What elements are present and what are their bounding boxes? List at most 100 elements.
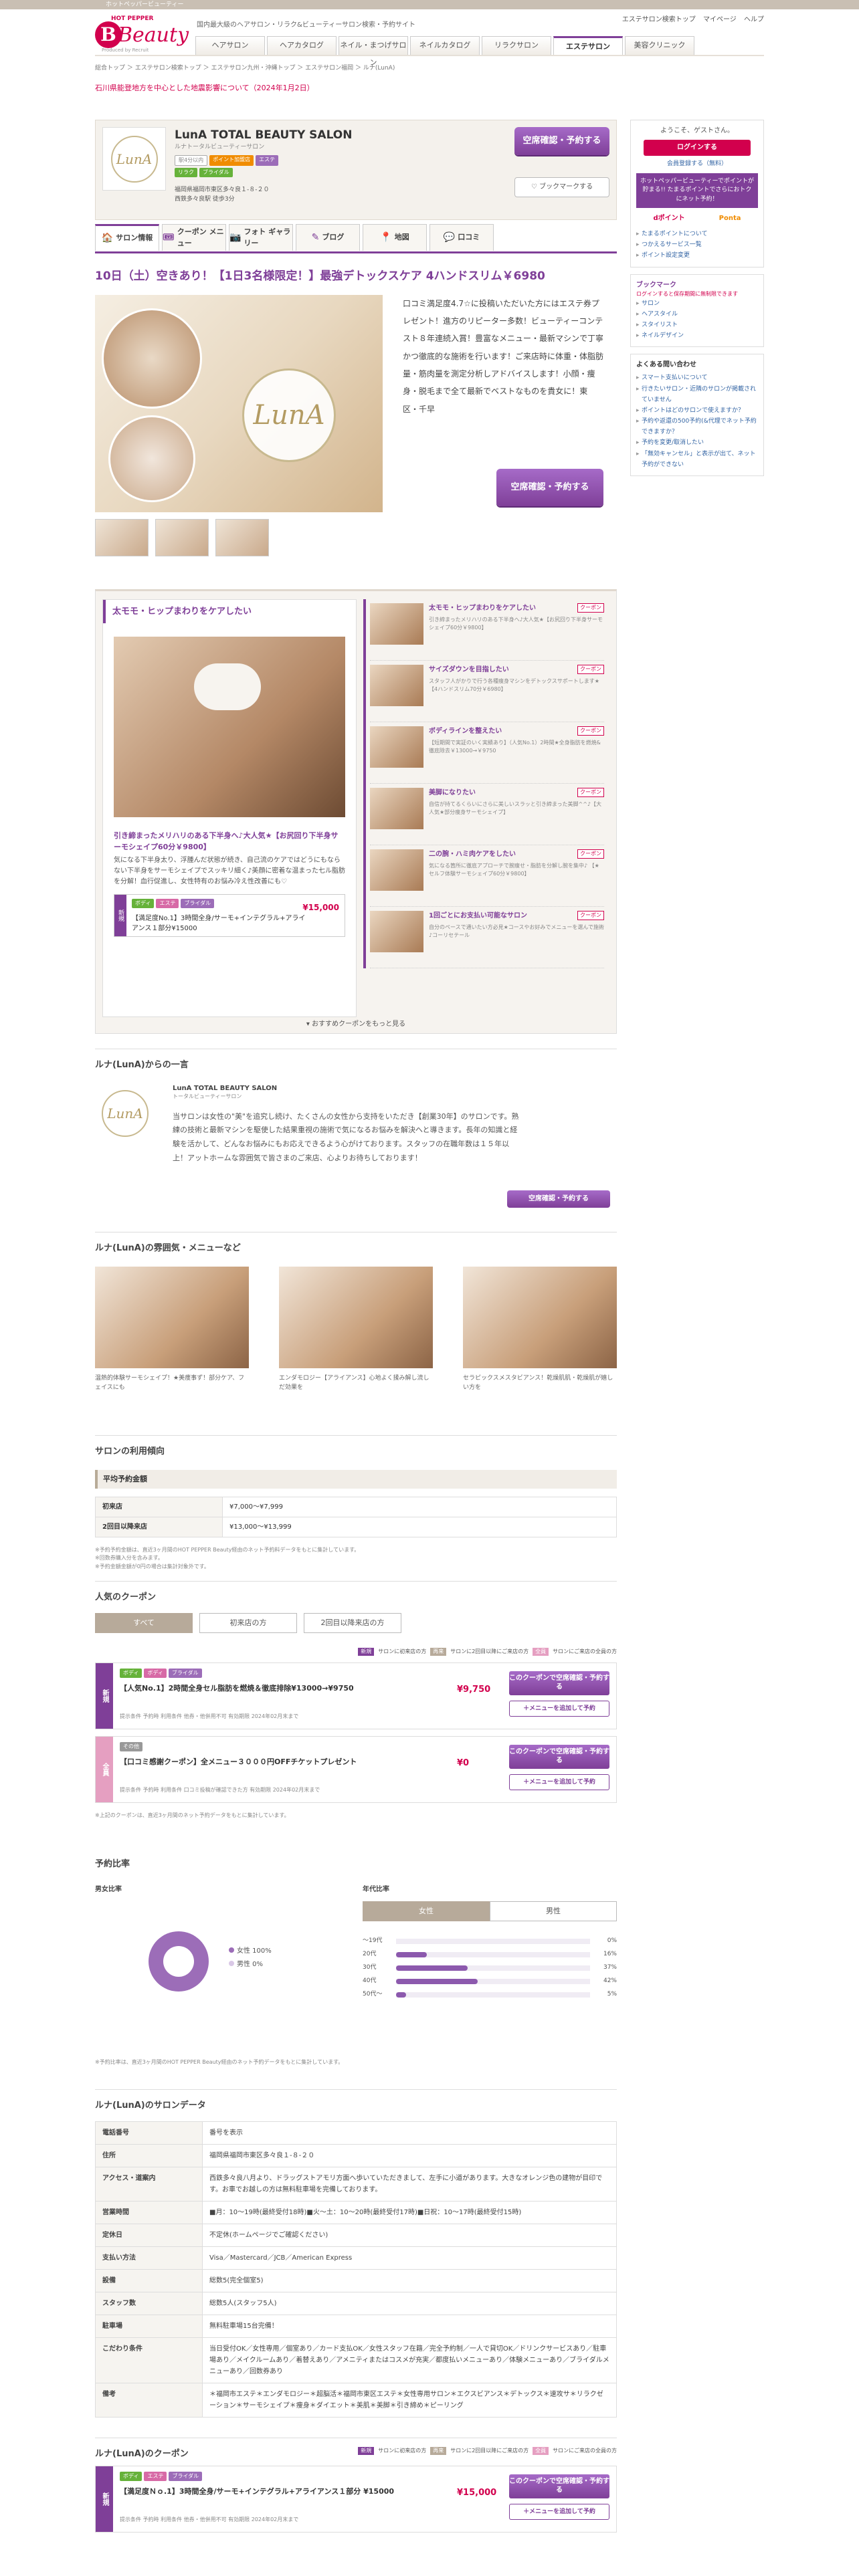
salon-kana: ルナトータルビューティーサロン [175, 144, 265, 150]
feature-item[interactable]: 二の腕・ハミ肉ケアをしたい クーポン 気になる箇所に徹底アプローチで腕痩せ・脂肪を分… [370, 845, 604, 907]
photo-thumb-3[interactable] [215, 518, 269, 556]
atmosphere-item[interactable]: 温熱的体験サーモシェイプ！★美痩事ず！部分ケア、フェイスにも [95, 1266, 249, 1393]
faq-link[interactable]: 「無効キャンセル」と表示が出て、ネット予約ができない [636, 449, 758, 470]
tab-female[interactable]: 女性 [363, 1901, 490, 1921]
reserve-button[interactable]: 空席確認・予約する [514, 127, 609, 155]
feature-item[interactable]: ボディラインを整えたい クーポン 【短期間で実証のいく実績あり】（人気No.1）2時… [370, 722, 604, 784]
bookmark-links: サロン ヘアスタイル スタイリスト ネイルデザイン [636, 298, 758, 342]
register-label[interactable]: 会員登録する（無料） [667, 160, 727, 167]
more-coupons-link[interactable]: ▾ おすすめクーポンをもっと見る [96, 1019, 616, 1029]
tab-repeat-visit[interactable]: 2回目以降来店の方 [304, 1612, 401, 1633]
point-link[interactable]: たまるポイントについて [636, 229, 758, 239]
feature-item-desc: 自信が持てるくらいにさらに美しいスラッと引き締まった美脚^^♪【大人気★部分痩身… [429, 800, 602, 815]
feature-item[interactable]: サイズダウンを目指したい クーポン スタッフ人がかりで行う各種痩身マシンをデトックス… [370, 661, 604, 722]
gnav-hair-catalog[interactable]: ヘアカタログ [267, 36, 337, 55]
coupon-reserve-button[interactable]: このクーポンで空席確認・予約する [509, 2474, 609, 2498]
tab-salon-info[interactable]: 🏠 サロン情報 [95, 224, 159, 251]
faq-link[interactable]: ポイントはどのサロンで使えますか？ [636, 405, 758, 416]
login-button[interactable]: ログインする [644, 140, 751, 156]
breadcrumb[interactable]: 総合トップ ＞ エステサロン検索トップ ＞ エステサロン九州・沖縄トップ ＞ エ… [95, 64, 764, 74]
hotpepper-beauty-logo[interactable]: HOT PEPPER B Beauty Produced by Recruit [95, 15, 189, 53]
coupon-meta: 提示条件 予約時 利用条件 口コミ投稿が確認できた方 有効期限 2024年02月… [120, 1786, 320, 1793]
tab-first-visit[interactable]: 初来店の方 [199, 1612, 297, 1633]
coupon-add-menu-button[interactable]: ＋メニューを追加して予約 [509, 1700, 609, 1717]
atmosphere-section: ルナ(LunA)の雰囲気・メニューなど 温熱的体験サーモシェイプ！★美痩事ず！部… [95, 1231, 617, 1426]
gnav-relax-salon[interactable]: リラクサロン [482, 36, 551, 55]
atmosphere-item[interactable]: エンダモロジー【アライアンス】心地よく揉み解し流しだ効果を [279, 1266, 433, 1393]
tab-coupon-menu[interactable]: 🎟 クーポン メニュー [162, 224, 226, 251]
gnav-esthe-salon[interactable]: エステサロン [553, 36, 623, 55]
header-link-help[interactable]: ヘルプ [744, 16, 764, 23]
row-key: 住所 [95, 2144, 203, 2167]
bookmark-link-hairstyle[interactable]: ヘアスタイル [636, 309, 758, 320]
coupon-name[interactable]: 【人気No.1】2時間全身セル脂肪を燃焼＆徹底排除¥13000→¥9750 [120, 1683, 354, 1695]
atmosphere-item[interactable]: セラピックスメスタビアンス！乾燥肌肌・乾燥肌が嬉しい方を [463, 1266, 617, 1393]
feature-item[interactable]: 美脚になりたい クーポン 自信が持てるくらいにさらに美しいスラッと引き締まった美脚^… [370, 784, 604, 845]
coupon-reserve-button[interactable]: このクーポンで空席確認・予約する [509, 1744, 609, 1769]
popular-coupons-section: 人気のクーポン すべて 初来店の方 2回目以降来店の方 新規 サロンに初来店の方 … [95, 1580, 617, 1848]
tab-male[interactable]: 男性 [490, 1901, 617, 1921]
faq-link[interactable]: 予約や返還の500予約(&代理でネット予約できますか？ [636, 416, 758, 437]
chevron-down-icon: ▾ [306, 1020, 312, 1028]
bookmark-button[interactable]: ♡ ブックマークする [514, 177, 609, 197]
main-photo[interactable]: LunA [95, 294, 383, 512]
coupon-legend: 新規 サロンに初来店の方 再来 サロンに2回目以降にご来店の方 全員 サロンにご来店の… [358, 1647, 617, 1656]
tab-map[interactable]: 📍 地図 [363, 224, 427, 251]
photo-luna-logo: LunA [242, 368, 336, 462]
tab-reviews[interactable]: 💬 口コミ [430, 224, 494, 251]
gnav-beauty-clinic[interactable]: 美容クリニック [625, 36, 694, 55]
faq-link[interactable]: 予約を変更/取消したい [636, 437, 758, 448]
bookmark-link-salon[interactable]: サロン [636, 298, 758, 309]
feature-item[interactable]: 1回ごとにお支払い可能なサロン クーポン 自分のペースで通いたい方必見★コースやお好… [370, 907, 604, 968]
gnav-hair-salon[interactable]: ヘアサロン [195, 36, 265, 55]
gnav-nail-catalog[interactable]: ネイルカタログ [410, 36, 480, 55]
header-link-mypage[interactable]: マイページ [703, 16, 737, 23]
gnav-nail-salon[interactable]: ネイル・まつげサロン [339, 36, 408, 67]
tab-blog[interactable]: ✎ ブログ [296, 224, 360, 251]
faq-link[interactable]: スマート支払いについて [636, 372, 758, 383]
photo-thumb-1[interactable] [95, 518, 149, 556]
age-bar-row: 50代〜 5% [363, 1988, 617, 2002]
row-value[interactable]: 番号を表示 [202, 2121, 617, 2145]
coupon-add-menu-button[interactable]: ＋メニューを追加して予約 [509, 1774, 609, 1790]
reserve-button-2[interactable]: 空席確認・予約する [496, 468, 603, 506]
age-bar-fill [396, 1992, 406, 1998]
intro-logo: LunA [95, 1083, 155, 1144]
point-link[interactable]: ポイント設定変更 [636, 250, 758, 261]
feature-item[interactable]: 太モモ・ヒップまわりをケアしたい クーポン 引き締まったメリハリのある下半身へ♪大人… [370, 599, 604, 661]
coupon-add-menu-button[interactable]: ＋メニューを追加して予約 [509, 2504, 609, 2520]
feature-item-desc: 気になる箇所に徹底アプローチで腕痩せ・脂肪を分解し腕を集中♪ 【★セルフ体験サー… [429, 862, 599, 877]
faq-link[interactable]: 行きたいサロン・近隣のサロンが掲載されていません [636, 384, 758, 405]
register-link[interactable]: 会員登録する（無料） [636, 160, 758, 169]
atmosphere-photo [95, 1266, 249, 1368]
reserve-button-3[interactable]: 空席確認・予約する [507, 1190, 610, 1208]
coupon-reserve-button[interactable]: このクーポンで空席確認・予約する [509, 1671, 609, 1695]
point-link[interactable]: つかえるサービス一覧 [636, 239, 758, 250]
coupon-item: 新規 ボディ エステ ブライダル 【満足度Ｎｏ.1】3時間全身/サーモ+インテグ… [95, 2466, 617, 2533]
coupon-price: ¥0 [457, 1757, 470, 1768]
feature-coupon-title[interactable]: 引き締まったメリハリのある下半身へ♪大人気★【お尻回り下半身サーモシェイプ60分… [114, 831, 345, 853]
photo-thumb-2[interactable] [155, 518, 209, 556]
category-badge: ブライダル [169, 2472, 203, 2481]
coupon-name[interactable]: 【口コミ感謝クーポン】全メニュー３０００円OFFチケットプレゼント [120, 1757, 357, 1768]
earthquake-notice[interactable]: 石川県能登地方を中心とした地震影響について（2024年1月2日） [95, 83, 764, 94]
heart-icon: ♡ [531, 183, 540, 191]
coupon-name[interactable]: 【満足度Ｎｏ.1】3時間全身/サーモ+インテグラル+アライアンス１部分 ¥150… [120, 2486, 394, 2498]
login-box: ようこそ、ゲストさん。 ログインする 会員登録する（無料） ホットペッパービュー… [630, 120, 764, 267]
bookmark-link-stylist[interactable]: スタイリスト [636, 320, 758, 330]
salon-data-section: ルナ(LunA)のサロンデータ 電話番号 番号を表示 住所 福岡県福岡市東区多々良１-… [95, 2088, 617, 2418]
tab-photo-gallery[interactable]: 📷 フォト ギャラリー [229, 224, 293, 251]
bookmark-box: ブックマーク ログインすると保存期間に無制限できます サロン ヘアスタイル スタ… [630, 274, 764, 348]
tab-all[interactable]: すべて [95, 1612, 193, 1633]
main-photo-area: LunA 口コミ満足度4.7☆に投稿いただいた方にはエステ券プレゼント！進方のリ… [95, 294, 617, 576]
header-link-esthe-top[interactable]: エステサロン検索トップ [622, 16, 696, 23]
bookmark-link-nail[interactable]: ネイルデザイン [636, 330, 758, 341]
faq-box: よくある問い合わせ スマート支払いについて 行きたいサロン・近隣のサロンが掲載さ… [630, 354, 764, 476]
legend-text: サロンにご来店の全員の方 [553, 1648, 617, 1654]
feature-main[interactable]: 太モモ・ヒップまわりをケアしたい 引き締まったメリハリのある下半身へ♪大人気★【… [102, 599, 357, 1017]
welcome-text: ようこそ、ゲストさん。 [660, 127, 734, 134]
point-promo-banner[interactable]: ホットペッパービューティーでポイントが貯まる!! たまるポイントでさらにおトクに… [636, 173, 758, 208]
feature-item-desc: スタッフ人がかりで行う各種痩身マシンをデトックスサポートします★【4ハンドスリム… [429, 677, 599, 692]
feature-coupon-box[interactable]: 新規 ボディ エステ ブライダル 【満足度No.1】3時間全身/サーモ+インテグ… [114, 894, 345, 937]
section-heading: 予約比率 [95, 1858, 130, 1869]
